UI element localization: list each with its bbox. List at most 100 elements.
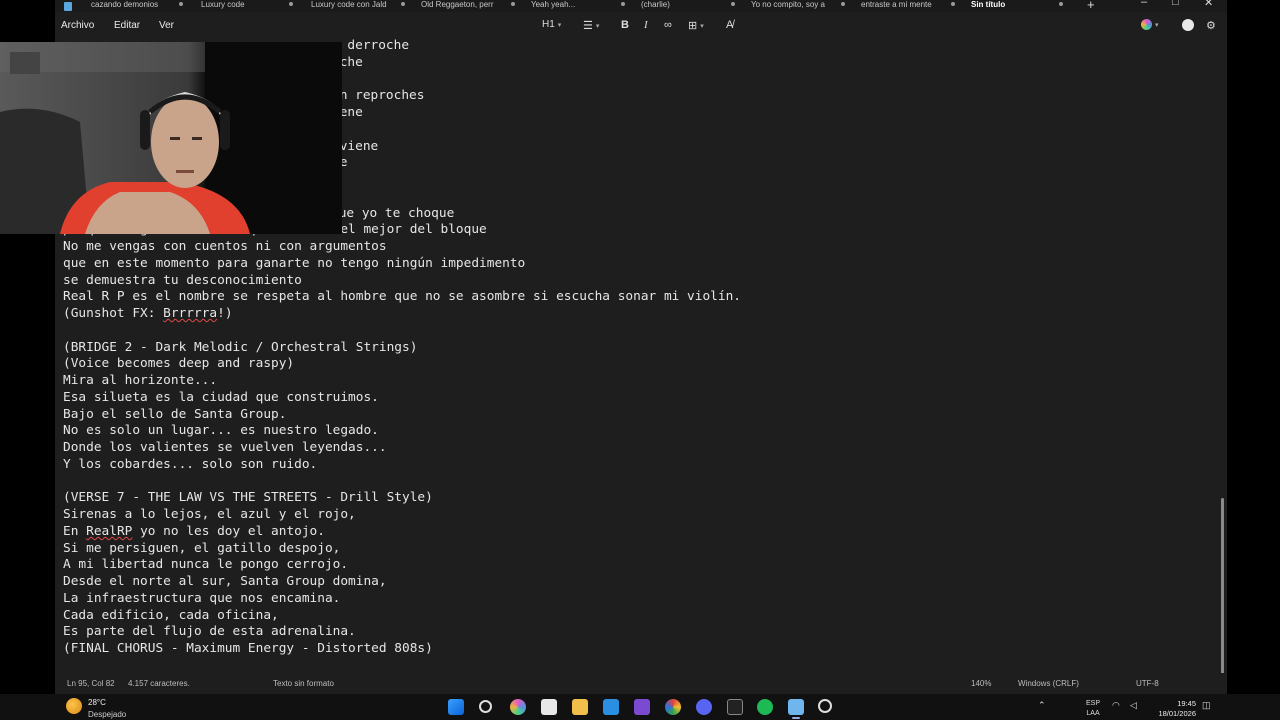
notification-bell-icon[interactable]: ◫ (1202, 700, 1211, 711)
copilot-icon (1141, 19, 1152, 30)
clear-format-button[interactable]: A̸ (726, 19, 733, 31)
webcam-overlay (0, 42, 342, 234)
modified-dot-icon (731, 2, 735, 6)
tab-cazando-demonios[interactable]: cazando demonios (91, 0, 199, 12)
table-icon: ⊞ (688, 20, 698, 32)
visual-studio-icon[interactable] (634, 699, 650, 715)
webcam-person-image (0, 42, 342, 234)
menu-archivo[interactable]: Archivo (61, 20, 94, 31)
maximize-icon[interactable]: □ (1172, 0, 1179, 8)
file-explorer-icon[interactable] (572, 699, 588, 715)
modified-dot-icon (1059, 2, 1063, 6)
heading-dropdown[interactable]: H1 ▾ (542, 19, 561, 30)
editor-line: (Gunshot FX: Brrrrra!) (63, 306, 233, 321)
windows-start-icon[interactable] (448, 699, 464, 715)
tab-label: Luxury code con Jald (311, 0, 387, 9)
editor-line: No es solo un lugar... es nuestro legado… (63, 423, 379, 439)
store-icon[interactable] (541, 699, 557, 715)
new-tab-icon[interactable]: + (1087, 0, 1095, 12)
weather-description[interactable]: Despejado (88, 710, 126, 719)
weather-sun-icon[interactable] (66, 698, 82, 714)
tab-sin-titulo[interactable]: Sin título (971, 0, 1075, 12)
tab-luxury-code-jald[interactable]: Luxury code con Jald (311, 0, 415, 12)
tab-bar: cazando demonios Luxury code Luxury code… (55, 0, 1227, 12)
bold-button[interactable]: B (621, 19, 629, 31)
heading-label: H1 (542, 19, 555, 30)
modified-dot-icon (841, 2, 845, 6)
weather-temperature[interactable]: 28°C (88, 698, 106, 707)
editor-line: (BRIDGE 2 - Dark Melodic / Orchestral St… (63, 339, 418, 355)
italic-icon: I (644, 19, 648, 31)
vscode-icon[interactable] (603, 699, 619, 715)
chevron-down-icon: ▾ (1155, 21, 1159, 29)
tab-old-reggaeton[interactable]: Old Reggaeton, perr (421, 0, 525, 12)
copilot-dropdown[interactable]: ▾ (1141, 19, 1159, 30)
list-icon: ☰ (583, 20, 593, 32)
vertical-scrollbar[interactable] (1221, 498, 1224, 673)
editor-line: Desde el norte al sur, Santa Group domin… (63, 574, 387, 589)
editor-line: Esa silueta es la ciudad que construimos… (63, 389, 379, 405)
language-code: ESP (1086, 700, 1101, 707)
tab-label: Sin título (971, 0, 1006, 9)
search-icon[interactable] (479, 700, 492, 713)
gear-icon: ⚙ (1206, 20, 1216, 32)
tab-charlie[interactable]: (charlie) (641, 0, 745, 12)
discord-icon[interactable] (696, 699, 712, 715)
tab-entraste-a-mi-mente[interactable]: entraste a mi mente (861, 0, 969, 12)
notepad-taskbar-icon[interactable] (788, 699, 804, 715)
chrome-icon[interactable] (665, 699, 681, 715)
tab-yeah-yeah[interactable]: Yeah yeah... (531, 0, 635, 12)
tab-label: Old Reggaeton, perr (421, 0, 494, 9)
format-label: Texto sin formato (273, 679, 334, 688)
link-button[interactable]: ∞ (664, 19, 672, 31)
wifi-icon[interactable]: ◠ (1112, 700, 1120, 711)
language-indicator[interactable]: ESP LAA (1086, 699, 1100, 719)
editor-line: A mi libertad nunca le pongo cerrojo. (63, 557, 349, 573)
volume-icon[interactable]: ◁ (1130, 700, 1137, 711)
menu-ver[interactable]: Ver (159, 20, 174, 31)
tab-yo-no-compito[interactable]: Yo no compito, soy a (751, 0, 859, 12)
tab-luxury-code[interactable]: Luxury code (201, 0, 307, 12)
char-count: 4.157 caracteres. (128, 679, 190, 688)
account-icon (1182, 19, 1194, 31)
notepad-app-icon (55, 0, 81, 12)
italic-button[interactable]: I (644, 19, 648, 31)
copilot-icon[interactable] (510, 699, 526, 715)
modified-dot-icon (401, 2, 405, 6)
tab-label: (charlie) (641, 0, 670, 9)
cursor-position: Ln 95, Col 82 (67, 679, 115, 688)
zoom-level[interactable]: 140% (971, 679, 991, 688)
editor-line: (VERSE 7 - THE LAW VS THE STREETS - Dril… (63, 490, 433, 506)
account-button[interactable] (1182, 19, 1194, 31)
menu-editar[interactable]: Editar (114, 20, 140, 31)
table-dropdown[interactable]: ⊞ ▾ (688, 19, 704, 32)
keyboard-layout: LAA (1086, 710, 1100, 717)
editor-line: Si me persiguen, el gatillo despojo, (63, 540, 341, 556)
link-icon: ∞ (664, 19, 672, 31)
list-dropdown[interactable]: ☰ ▾ (583, 19, 599, 32)
clock[interactable]: 19:45 18/01/2026 (1148, 699, 1196, 719)
capcut-icon[interactable] (727, 699, 743, 715)
clear-format-icon: A̸ (726, 19, 734, 31)
obs-icon[interactable] (818, 699, 832, 713)
chevron-down-icon: ▾ (700, 22, 704, 30)
spotify-icon[interactable] (757, 699, 773, 715)
active-app-indicator (792, 717, 800, 719)
line-ending[interactable]: Windows (CRLF) (1018, 679, 1079, 688)
modified-dot-icon (951, 2, 955, 6)
tray-overflow-icon[interactable]: ⌃ (1038, 700, 1046, 711)
encoding[interactable]: UTF-8 (1136, 679, 1159, 688)
editor-line: Real R P es el nombre se respeta al homb… (63, 289, 741, 305)
tab-label: Yeah yeah... (531, 0, 576, 9)
settings-button[interactable]: ⚙ (1206, 19, 1216, 32)
modified-dot-icon (179, 2, 183, 6)
editor-line: Es parte del flujo de esta adrenalina. (63, 624, 356, 640)
close-icon[interactable]: ✕ (1204, 0, 1213, 9)
clock-time: 19:45 (1177, 699, 1196, 708)
editor-line: La infraestructura que nos encamina. (63, 590, 341, 606)
editor-line: Y los cobardes... solo son ruido. (63, 456, 318, 472)
minimize-icon[interactable]: – (1141, 0, 1147, 8)
editor-line: (FINAL CHORUS - Maximum Energy - Distort… (63, 641, 433, 656)
